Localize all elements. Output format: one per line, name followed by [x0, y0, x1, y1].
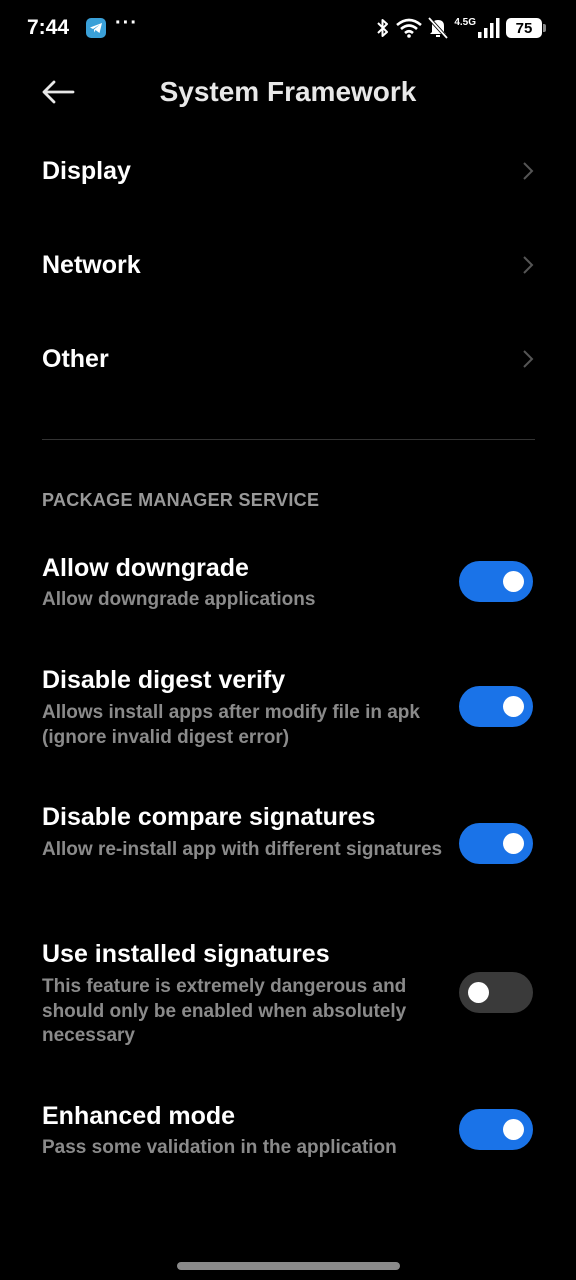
signal-icon [478, 18, 500, 38]
setting-title: Allow downgrade [42, 554, 249, 582]
section-header: PACKAGE MANAGER SERVICE [42, 490, 320, 510]
page-title: System Framework [159, 76, 417, 107]
nav-item-label: Display [42, 156, 131, 185]
setting-description: Allow re-install app with different sign… [42, 839, 443, 860]
chevron-right-icon [523, 256, 534, 274]
toggle-enhanced-mode[interactable] [459, 1109, 533, 1150]
status-time: 7:44 [27, 16, 70, 39]
setting-allow-downgrade: Allow downgrade Allow downgrade applicat… [0, 550, 576, 630]
toggle-knob [468, 982, 489, 1003]
setting-title: Disable compare signatures [42, 803, 376, 831]
silent-icon [428, 17, 449, 39]
setting-description: Allow downgrade applications [42, 589, 316, 610]
bluetooth-icon [377, 19, 389, 37]
status-icons: 4.5G 75 [376, 14, 546, 42]
toggle-knob [503, 833, 524, 854]
status-bar: 7:44 ··· 4.5G 75 [0, 0, 576, 58]
setting-description: Pass some validation in the application [42, 1137, 397, 1158]
chevron-right-icon [523, 350, 534, 368]
nav-item-display[interactable]: Display [0, 124, 576, 218]
setting-title: Use installed signatures [42, 940, 330, 968]
setting-disable-digest-verify: Disable digest verify Allows install app… [0, 662, 576, 762]
setting-disable-compare-signatures: Disable compare signatures Allow re-inst… [0, 799, 576, 899]
toggle-knob [503, 696, 524, 717]
top-app-bar: System Framework [0, 58, 576, 130]
setting-title: Disable digest verify [42, 666, 286, 694]
toggle-disable-digest-verify[interactable] [459, 686, 533, 727]
toggle-knob [503, 1119, 524, 1140]
setting-title: Enhanced mode [42, 1102, 236, 1130]
toggle-disable-compare-signatures[interactable] [459, 823, 533, 864]
setting-use-installed-signatures: Use installed signatures This feature is… [0, 936, 576, 1056]
toggle-use-installed-signatures[interactable] [459, 972, 533, 1013]
nav-item-label: Network [42, 250, 141, 279]
more-notifications-icon: ··· [115, 12, 138, 34]
back-arrow-icon [42, 80, 75, 104]
back-button[interactable] [38, 76, 78, 108]
home-indicator[interactable] [177, 1262, 400, 1270]
nav-item-other[interactable]: Other [0, 312, 576, 406]
setting-enhanced-mode: Enhanced mode Pass some validation in th… [0, 1098, 576, 1178]
battery-icon: 75 [506, 18, 546, 38]
telegram-icon [86, 18, 106, 38]
network-type-label: 4.5G [454, 16, 476, 28]
setting-description: This feature is extremely dangerous and … [42, 976, 407, 1046]
toggle-knob [503, 571, 524, 592]
nav-item-network[interactable]: Network [0, 218, 576, 312]
section-divider [42, 439, 535, 440]
toggle-allow-downgrade[interactable] [459, 561, 533, 602]
chevron-right-icon [523, 162, 534, 180]
nav-item-label: Other [42, 344, 109, 373]
setting-description: Allows install apps after modify file in… [42, 702, 420, 748]
wifi-icon [396, 18, 423, 38]
